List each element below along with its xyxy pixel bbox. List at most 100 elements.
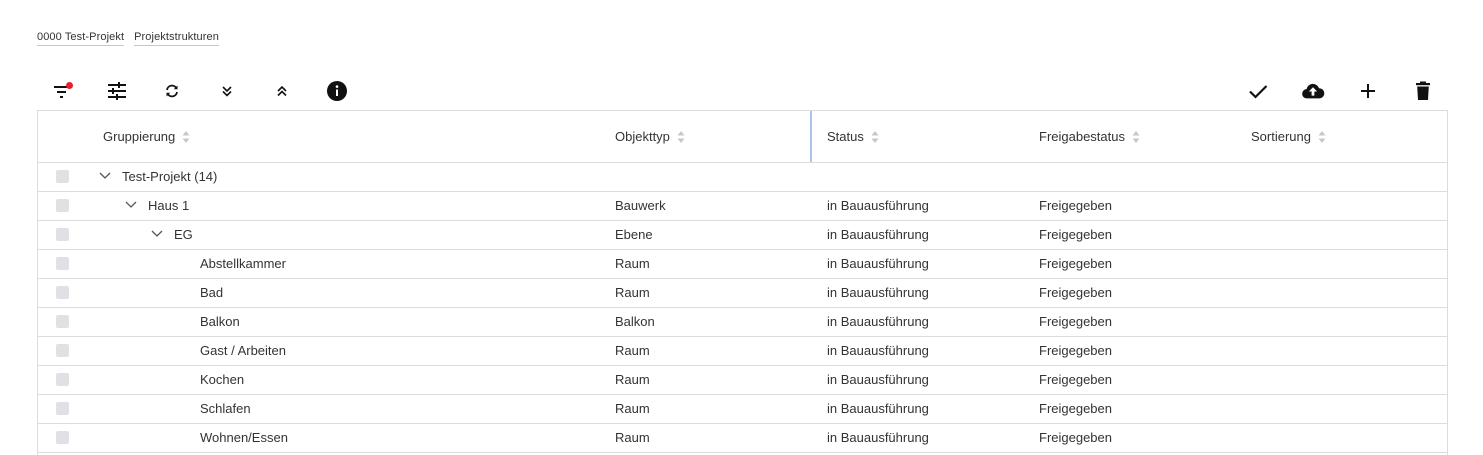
- sort-icon: [677, 130, 685, 144]
- filter-active-indicator: [66, 82, 73, 89]
- cell-status: in Bauausführung: [827, 372, 929, 387]
- breadcrumb-projektstrukturen[interactable]: Projektstrukturen: [134, 31, 219, 46]
- expand-toggle-icon[interactable]: [125, 201, 137, 209]
- cell-status: in Bauausführung: [827, 401, 929, 416]
- cell-objekttyp: Raum: [615, 372, 650, 387]
- table-row[interactable]: Test-Projekt (14): [38, 163, 1447, 192]
- expand-toggle-icon[interactable]: [99, 172, 111, 180]
- cell-freigabestatus: Freigegeben: [1039, 372, 1112, 387]
- check-icon: [1249, 85, 1268, 99]
- column-header-label: Gruppierung: [103, 129, 176, 144]
- delete-button[interactable]: [1411, 79, 1435, 103]
- expand-all-button[interactable]: [215, 79, 239, 103]
- sort-icon: [871, 130, 879, 144]
- cell-freigabestatus: Freigegeben: [1039, 256, 1112, 271]
- sort-icon: [182, 130, 190, 144]
- cell-status: in Bauausführung: [827, 198, 929, 213]
- column-header-label: Freigabestatus: [1039, 129, 1125, 144]
- row-checkbox[interactable]: [56, 228, 69, 241]
- column-header-label: Sortierung: [1251, 129, 1311, 144]
- table-row[interactable]: Kochen Raum in Bauausführung Freigegeben: [38, 366, 1447, 395]
- cell-objekttyp: Raum: [615, 430, 650, 445]
- cell-freigabestatus: Freigegeben: [1039, 227, 1112, 242]
- cell-objekttyp: Ebene: [615, 227, 653, 242]
- grid-header: Gruppierung Objekttyp Status Freigabesta…: [38, 111, 1447, 163]
- column-resize-handle[interactable]: [810, 111, 812, 162]
- cell-gruppierung: Schlafen: [200, 401, 251, 416]
- cell-status: in Bauausführung: [827, 256, 929, 271]
- add-icon: [1361, 84, 1375, 98]
- cell-freigabestatus: Freigegeben: [1039, 285, 1112, 300]
- cell-objekttyp: Bauwerk: [615, 198, 666, 213]
- table-row[interactable]: Haus 1 Bauwerk in Bauausführung Freigegeben: [38, 192, 1447, 221]
- collapse-all-icon: [277, 85, 287, 97]
- row-checkbox[interactable]: [56, 431, 69, 444]
- toolbar-right: [1215, 79, 1435, 103]
- cell-status: in Bauausführung: [827, 227, 929, 242]
- table-row[interactable]: Wohnen/Essen Raum in Bauausführung Freigege…: [38, 424, 1447, 453]
- toolbar-left: [50, 79, 380, 103]
- cell-gruppierung: Haus 1: [148, 198, 190, 213]
- cell-gruppierung: EG: [174, 227, 193, 242]
- sort-icon: [1318, 130, 1326, 144]
- row-checkbox[interactable]: [56, 344, 69, 357]
- expand-all-icon: [222, 86, 232, 97]
- cell-freigabestatus: Freigegeben: [1039, 314, 1112, 329]
- column-header-objekttyp[interactable]: Objekttyp: [615, 111, 685, 162]
- table-row[interactable]: Balkon Balkon in Bauausführung Freigegeben: [38, 308, 1447, 337]
- row-checkbox[interactable]: [56, 199, 69, 212]
- cell-status: in Bauausführung: [827, 285, 929, 300]
- column-header-sortierung[interactable]: Sortierung: [1251, 111, 1326, 162]
- column-header-label: Objekttyp: [615, 129, 670, 144]
- breadcrumb-project[interactable]: 0000 Test-Projekt: [37, 31, 125, 46]
- grid-body: Test-Projekt (14) Haus 1 Bauwerk in Bauausf…: [38, 163, 1447, 453]
- row-checkbox[interactable]: [56, 373, 69, 386]
- table-row[interactable]: Bad Raum in Bauausführung Freigegeben: [38, 279, 1447, 308]
- cell-freigabestatus: Freigegeben: [1039, 430, 1112, 445]
- column-header-status[interactable]: Status: [827, 111, 879, 162]
- row-checkbox[interactable]: [56, 315, 69, 328]
- info-icon: [327, 81, 347, 101]
- row-checkbox[interactable]: [56, 170, 69, 183]
- row-checkbox[interactable]: [56, 286, 69, 299]
- cloud-upload-icon: [1302, 83, 1325, 99]
- refresh-button[interactable]: [160, 79, 184, 103]
- collapse-all-button[interactable]: [270, 79, 294, 103]
- tune-icon: [108, 82, 126, 100]
- info-button[interactable]: [325, 79, 349, 103]
- delete-icon: [1416, 81, 1430, 100]
- cell-gruppierung: Gast / Arbeiten: [200, 343, 286, 358]
- cell-status: in Bauausführung: [827, 343, 929, 358]
- cell-gruppierung: Kochen: [200, 372, 245, 387]
- column-header-label: Status: [827, 129, 864, 144]
- cell-objekttyp: Raum: [615, 285, 650, 300]
- sort-icon: [1132, 130, 1140, 144]
- cell-status: in Bauausführung: [827, 430, 929, 445]
- cell-objekttyp: Raum: [615, 343, 650, 358]
- column-header-freigabestatus[interactable]: Freigabestatus: [1039, 111, 1140, 162]
- table-row[interactable]: Abstellkammer Raum in Bauausführung Freigeg…: [38, 250, 1447, 279]
- cell-freigabestatus: Freigegeben: [1039, 343, 1112, 358]
- cell-freigabestatus: Freigegeben: [1039, 198, 1112, 213]
- column-header-gruppierung[interactable]: Gruppierung: [103, 111, 190, 162]
- table-row[interactable]: Schlafen Raum in Bauausführung Freigegeben: [38, 395, 1447, 424]
- cell-gruppierung: Test-Projekt (14): [122, 169, 218, 184]
- row-checkbox[interactable]: [56, 402, 69, 415]
- tune-button[interactable]: [105, 79, 129, 103]
- row-checkbox[interactable]: [56, 257, 69, 270]
- cell-objekttyp: Raum: [615, 401, 650, 416]
- table-row[interactable]: Gast / Arbeiten Raum in Bauausführung Freig…: [38, 337, 1447, 366]
- upload-button[interactable]: [1301, 79, 1325, 103]
- cell-objekttyp: Balkon: [615, 314, 655, 329]
- table-row[interactable]: EG Ebene in Bauausführung Freigegeben: [38, 221, 1447, 250]
- cell-objekttyp: Raum: [615, 256, 650, 271]
- cell-gruppierung: Balkon: [200, 314, 240, 329]
- cell-status: in Bauausführung: [827, 314, 929, 329]
- cell-gruppierung: Wohnen/Essen: [200, 430, 288, 445]
- expand-toggle-icon[interactable]: [151, 230, 163, 238]
- confirm-button[interactable]: [1246, 79, 1270, 103]
- filter-button[interactable]: [50, 79, 74, 103]
- cell-gruppierung: Bad: [200, 285, 224, 300]
- breadcrumb: 0000 Test-Projekt Projektstrukturen: [37, 31, 219, 46]
- add-button[interactable]: [1356, 79, 1380, 103]
